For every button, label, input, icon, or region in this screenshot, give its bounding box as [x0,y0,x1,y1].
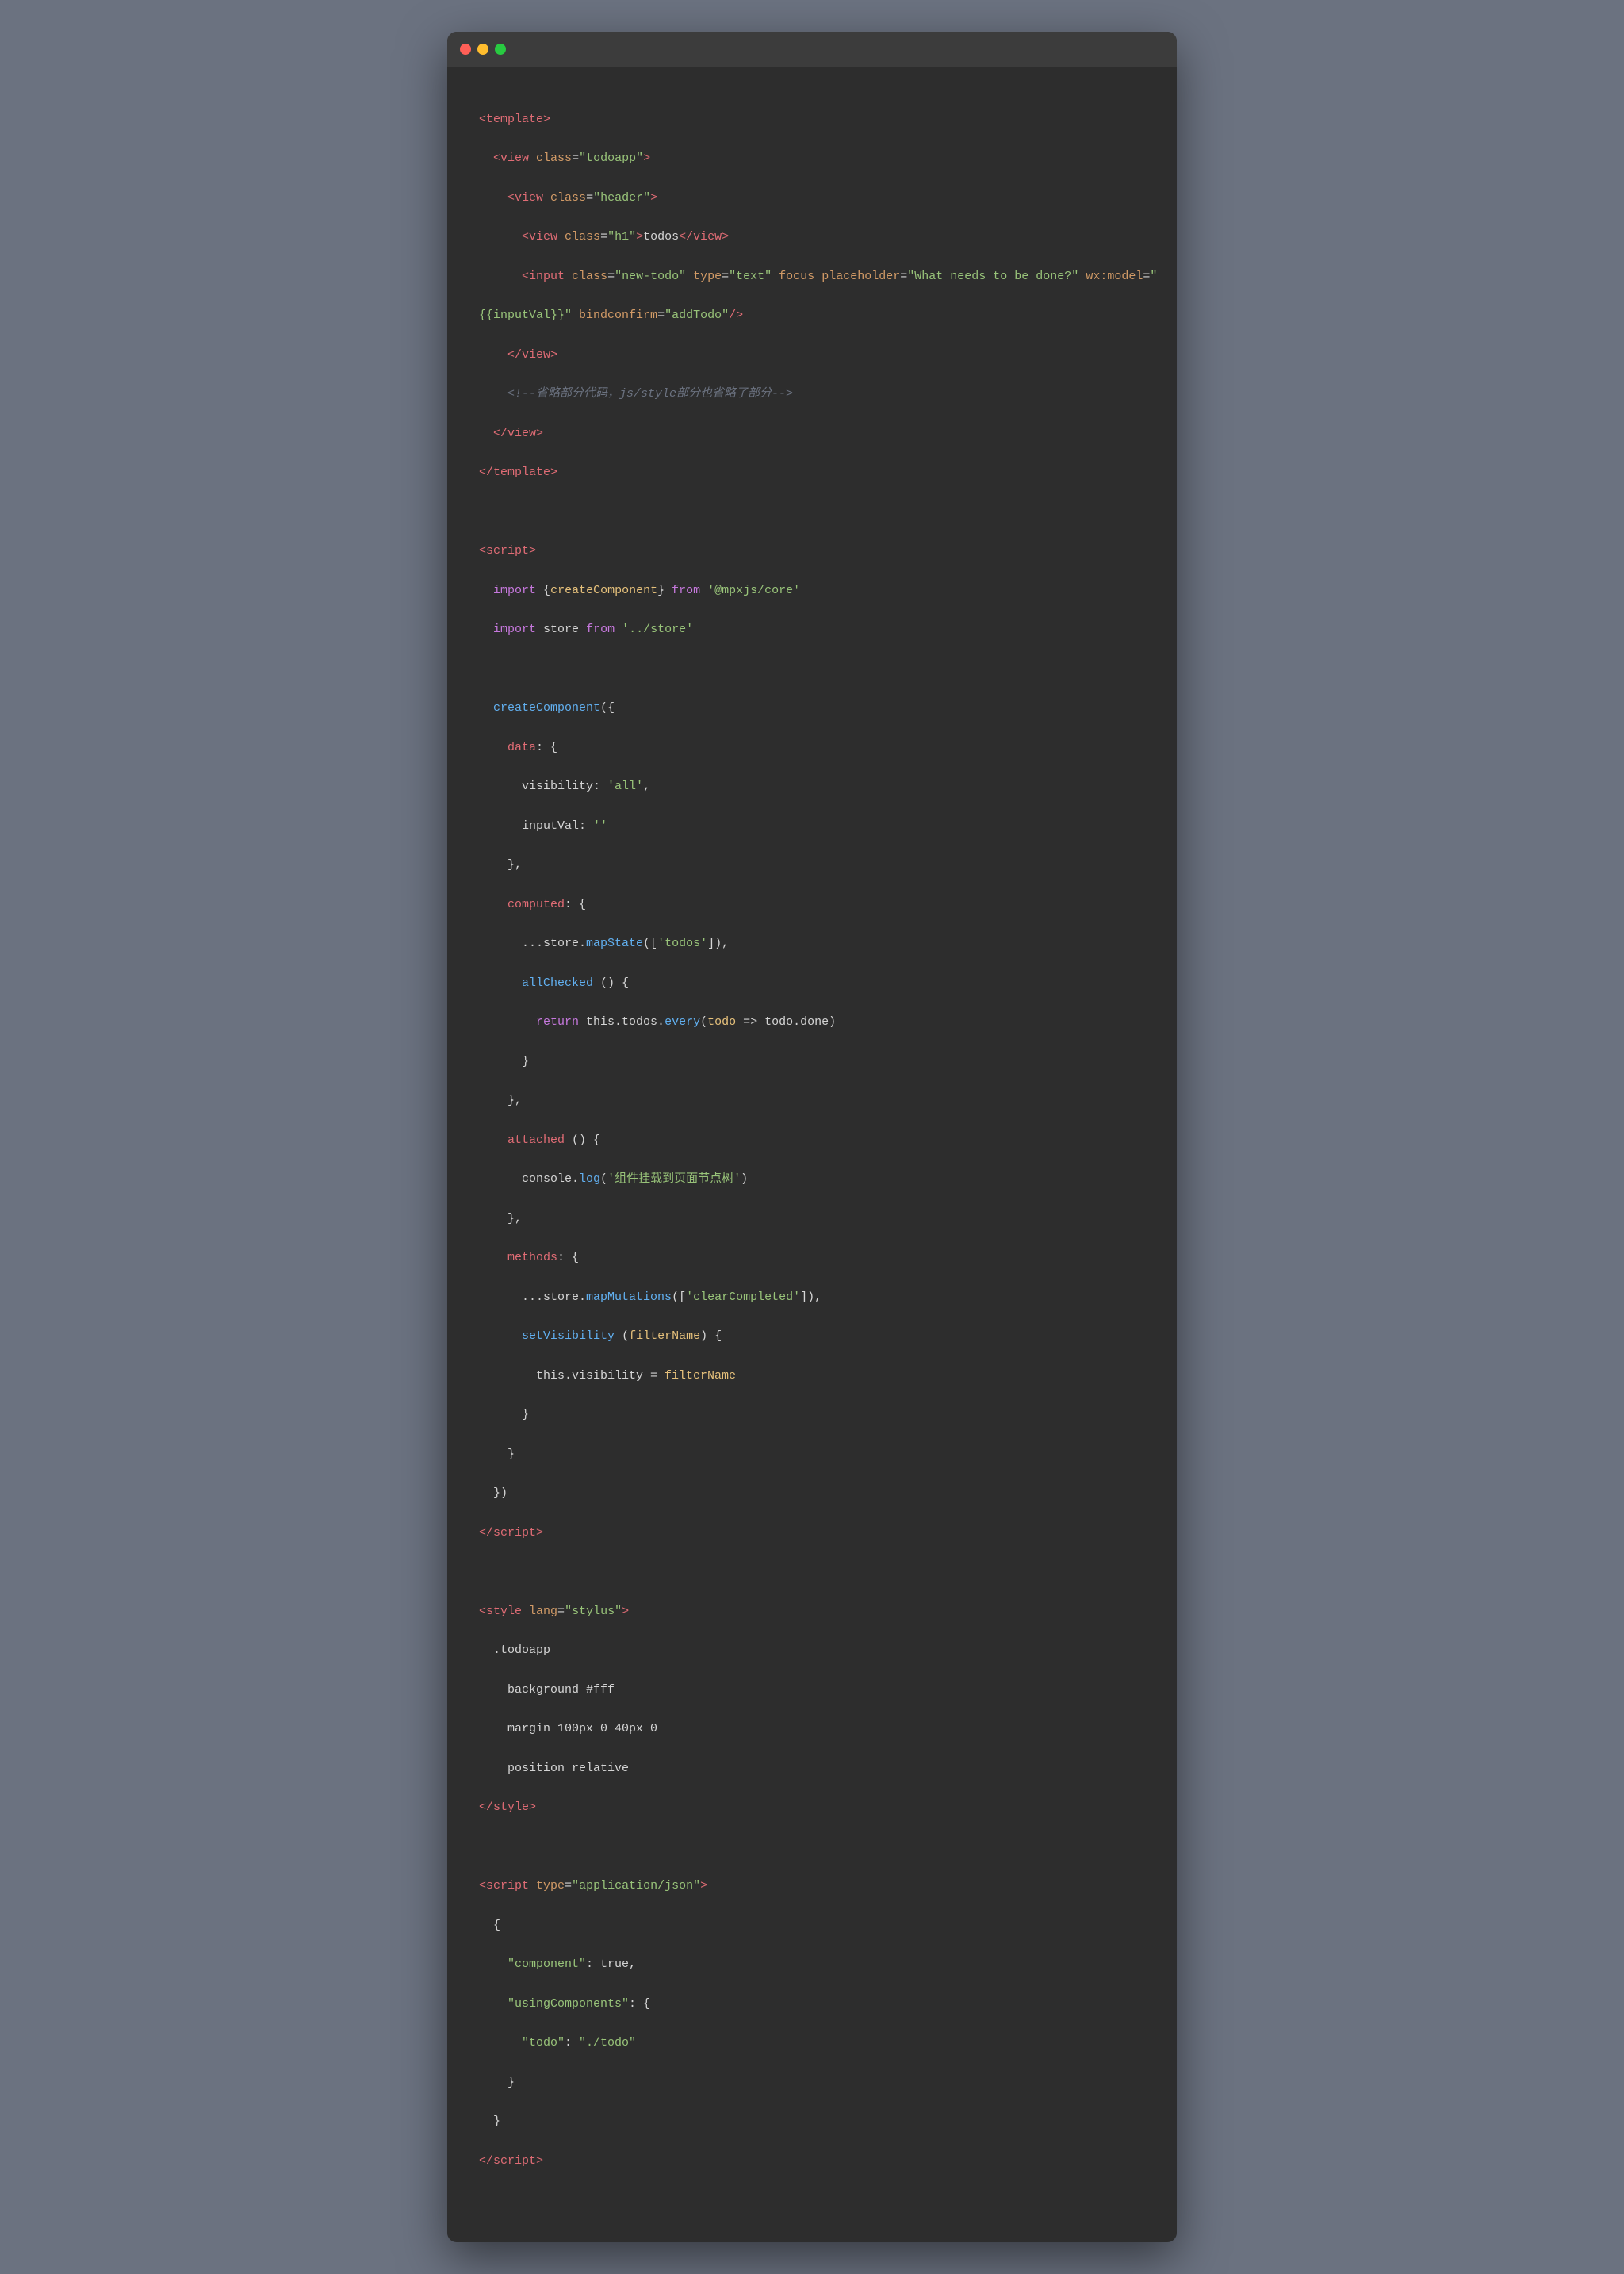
line-27: }, [479,1210,1145,1229]
close-button[interactable] [460,44,471,55]
line-18: }, [479,856,1145,876]
line-15: data: { [479,738,1145,758]
line-44: "component": true, [479,1955,1145,1975]
line-23: } [479,1053,1145,1072]
line-39: margin 100px 0 40px 0 [479,1720,1145,1739]
line-36: <style lang="stylus"> [479,1602,1145,1622]
line-1: <template> [479,110,1145,130]
line-11: <script> [479,542,1145,562]
line-7: </view> [479,346,1145,366]
line-45: "usingComponents": { [479,1995,1145,2015]
line-34: }) [479,1484,1145,1504]
line-46: "todo": "./todo" [479,2034,1145,2054]
code-editor: <template> <view class="todoapp"> <view … [447,67,1177,2242]
line-4: <view class="h1">todos</view> [479,228,1145,247]
minimize-button[interactable] [477,44,488,55]
line-20: ...store.mapState(['todos']), [479,934,1145,954]
line-blank1 [479,503,1145,523]
line-43: { [479,1916,1145,1936]
line-24: }, [479,1091,1145,1111]
line-14: createComponent({ [479,699,1145,719]
line-13: import store from '../store' [479,620,1145,640]
line-2: <view class="todoapp"> [479,149,1145,169]
line-26: console.log('组件挂载到页面节点树') [479,1170,1145,1190]
line-17: inputVal: '' [479,817,1145,837]
titlebar [447,32,1177,67]
line-40: position relative [479,1759,1145,1779]
line-47: } [479,2073,1145,2093]
line-10: </template> [479,463,1145,483]
line-6: {{inputVal}}" bindconfirm="addTodo"/> [479,306,1145,326]
line-9: </view> [479,424,1145,444]
line-22: return this.todos.every(todo => todo.don… [479,1013,1145,1033]
line-41: </style> [479,1798,1145,1818]
line-blank4 [479,1838,1145,1858]
line-42: <script type="application/json"> [479,1877,1145,1896]
line-3: <view class="header"> [479,189,1145,209]
line-49: </script> [479,2152,1145,2172]
line-blank2 [479,660,1145,680]
line-21: allChecked () { [479,974,1145,994]
line-29: ...store.mapMutations(['clearCompleted']… [479,1288,1145,1308]
line-31: this.visibility = filterName [479,1367,1145,1386]
line-25: attached () { [479,1131,1145,1151]
line-16: visibility: 'all', [479,777,1145,797]
line-8: <!--省略部分代码，js/style部分也省略了部分--> [479,385,1145,405]
line-38: background #fff [479,1681,1145,1701]
line-48: } [479,2112,1145,2132]
maximize-button[interactable] [495,44,506,55]
line-30: setVisibility (filterName) { [479,1327,1145,1347]
line-33: } [479,1445,1145,1465]
line-35: </script> [479,1524,1145,1543]
editor-window: <template> <view class="todoapp"> <view … [447,32,1177,2242]
line-blank3 [479,1563,1145,1582]
line-5: <input class="new-todo" type="text" focu… [479,267,1145,287]
line-32: } [479,1405,1145,1425]
line-37: .todoapp [479,1641,1145,1661]
line-12: import {createComponent} from '@mpxjs/co… [479,581,1145,601]
line-19: computed: { [479,895,1145,915]
line-28: methods: { [479,1248,1145,1268]
